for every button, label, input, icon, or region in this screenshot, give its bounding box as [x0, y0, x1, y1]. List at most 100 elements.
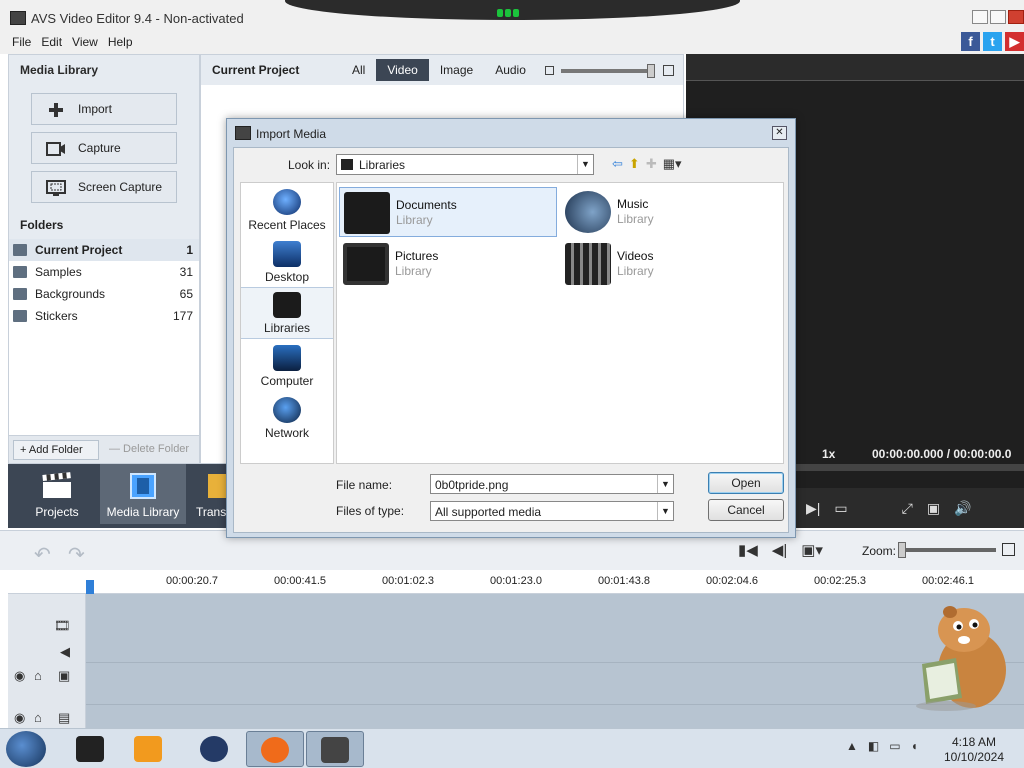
view-menu-icon[interactable]: ▦▾	[663, 156, 682, 172]
taskbar-media-player[interactable]	[120, 731, 178, 767]
nav-projects[interactable]: Projects	[14, 464, 100, 524]
maximize-button[interactable]	[990, 10, 1006, 24]
zoom-knob[interactable]	[898, 542, 906, 558]
ruler-mark: 00:01:02.3	[382, 575, 434, 587]
next-frame-icon[interactable]: ▶|	[806, 500, 820, 517]
playback-speed[interactable]: 1x	[822, 447, 835, 461]
split-icon[interactable]: ▮◀	[738, 541, 758, 559]
timeline-ruler[interactable]: 00:00:20.7 00:00:41.5 00:01:02.3 00:01:2…	[8, 570, 1024, 594]
open-button[interactable]: Open	[708, 472, 784, 494]
taskbar-firefox[interactable]	[246, 731, 304, 767]
audio-adjust-icon[interactable]: ◀|	[772, 541, 787, 559]
chevron-down-icon[interactable]: ▼	[657, 502, 673, 520]
zoom-fit-icon[interactable]	[1002, 543, 1015, 556]
add-folder-button[interactable]: + Add Folder	[13, 440, 99, 460]
places-bar: Recent Places Desktop Libraries Computer…	[240, 182, 334, 464]
menu-help[interactable]: Help	[108, 35, 133, 49]
place-network[interactable]: Network	[241, 393, 333, 445]
start-button[interactable]	[6, 731, 46, 767]
import-button[interactable]: Import	[31, 93, 177, 125]
chevron-down-icon[interactable]: ▼	[657, 475, 673, 493]
place-libraries[interactable]: Libraries	[241, 287, 333, 339]
tab-image[interactable]: Image	[429, 59, 484, 81]
place-computer[interactable]: Computer	[241, 341, 333, 393]
lock-icon[interactable]: ⌂	[34, 668, 42, 683]
close-button[interactable]	[1008, 10, 1024, 24]
file-item-music[interactable]: Music Library	[561, 187, 779, 237]
look-in-select[interactable]: Libraries ▼	[336, 154, 594, 175]
transitions-icon	[208, 474, 226, 498]
menu-edit[interactable]: Edit	[41, 35, 62, 49]
screen-capture-button[interactable]: Screen Capture	[31, 171, 177, 203]
twitter-icon[interactable]: t	[983, 32, 1002, 51]
folder-samples[interactable]: Samples 31	[9, 261, 199, 283]
documents-icon	[344, 192, 390, 234]
folder-name: Stickers	[35, 309, 78, 323]
undo-icon[interactable]: ↶	[34, 542, 51, 567]
frame-icon[interactable]: ▭	[834, 500, 847, 517]
volume-icon[interactable]: 🔊	[954, 500, 971, 517]
snapshot-icon[interactable]: ▣	[927, 500, 940, 517]
folders-title: Folders	[20, 218, 64, 232]
capture-button[interactable]: Capture	[31, 132, 177, 164]
facebook-icon[interactable]: f	[961, 32, 980, 51]
ruler-mark: 00:00:20.7	[166, 575, 218, 587]
ruler-mark: 00:02:25.3	[814, 575, 866, 587]
up-folder-icon[interactable]: ⬆	[629, 156, 640, 172]
folder-current-project[interactable]: Current Project 1	[9, 239, 199, 261]
display-mode-icon[interactable]: ▣▾	[801, 541, 823, 559]
file-name-label: File name:	[336, 478, 393, 492]
folder-stickers[interactable]: Stickers 177	[9, 305, 199, 327]
minimize-button[interactable]	[972, 10, 988, 24]
chevron-down-icon[interactable]: ▼	[577, 155, 593, 174]
playhead[interactable]	[86, 580, 94, 594]
video-track-icon[interactable]: 🎞	[54, 618, 71, 634]
file-item-pictures[interactable]: Pictures Library	[339, 239, 557, 289]
taskbar-clock[interactable]: 4:18 AM 10/10/2024	[940, 735, 1008, 765]
tab-all[interactable]: All	[341, 59, 376, 81]
delete-folder-button[interactable]: — Delete Folder	[109, 443, 189, 455]
dialog-close-button[interactable]: ✕	[772, 126, 787, 140]
nav-transitions[interactable]: Transi	[186, 464, 226, 524]
file-name-input[interactable]: 0b0tpride.png ▼	[430, 474, 674, 494]
slider-knob[interactable]	[647, 64, 655, 78]
folder-list: Current Project 1 Samples 31 Backgrounds…	[9, 239, 199, 445]
timeline-zoom-slider[interactable]	[898, 541, 1018, 559]
new-folder-icon[interactable]: ✚	[646, 156, 657, 172]
tab-video[interactable]: Video	[376, 59, 429, 81]
thumbnail-size-slider[interactable]	[545, 64, 675, 78]
dialog-title-bar[interactable]: Import Media ✕	[227, 119, 795, 147]
folder-name: Backgrounds	[35, 287, 106, 301]
nav-media-library[interactable]: Media Library	[100, 464, 186, 524]
tray-app-icon[interactable]: ◧	[868, 739, 879, 753]
place-recent-places[interactable]: Recent Places	[241, 185, 333, 237]
timeline-tracks[interactable]: 🎞 ◀ ◉ ⌂ ▣ ◉ ⌂ ▤	[8, 594, 1024, 728]
place-desktop[interactable]: Desktop	[241, 237, 333, 289]
taskbar-avs-editor[interactable]	[306, 731, 364, 767]
visibility-eye-icon[interactable]: ◉	[14, 668, 25, 684]
visibility-eye-icon[interactable]: ◉	[14, 710, 25, 726]
cancel-button[interactable]: Cancel	[708, 499, 784, 521]
track-divider	[86, 662, 1024, 663]
tab-audio[interactable]: Audio	[484, 59, 537, 81]
preview-scrubber[interactable]	[796, 464, 1024, 471]
file-item-videos[interactable]: Videos Library	[561, 239, 779, 289]
file-item-documents[interactable]: Documents Library	[339, 187, 557, 237]
tray-monitor-icon[interactable]: ▭	[889, 739, 900, 753]
menu-view[interactable]: View	[72, 35, 98, 49]
file-type-select[interactable]: All supported media ▼	[430, 501, 674, 521]
youtube-icon[interactable]: ▶	[1005, 32, 1024, 51]
menu-file[interactable]: File	[12, 35, 31, 49]
lock-icon[interactable]: ⌂	[34, 710, 42, 725]
fullscreen-icon[interactable]: ⤢	[902, 500, 913, 517]
folder-backgrounds[interactable]: Backgrounds 65	[9, 283, 199, 305]
tray-volume-icon[interactable]: ◖	[911, 739, 918, 753]
taskbar-libraries[interactable]	[62, 731, 120, 767]
overlay-track-icon[interactable]: ▤	[58, 710, 70, 726]
mute-icon[interactable]: ◀	[60, 644, 70, 660]
tray-expand-icon[interactable]: ▲	[846, 739, 858, 753]
effects-track-icon[interactable]: ▣	[58, 668, 70, 684]
redo-icon[interactable]: ↷	[68, 542, 85, 567]
back-arrow-icon[interactable]: ⇦	[612, 156, 623, 172]
taskbar-network[interactable]	[186, 731, 244, 767]
